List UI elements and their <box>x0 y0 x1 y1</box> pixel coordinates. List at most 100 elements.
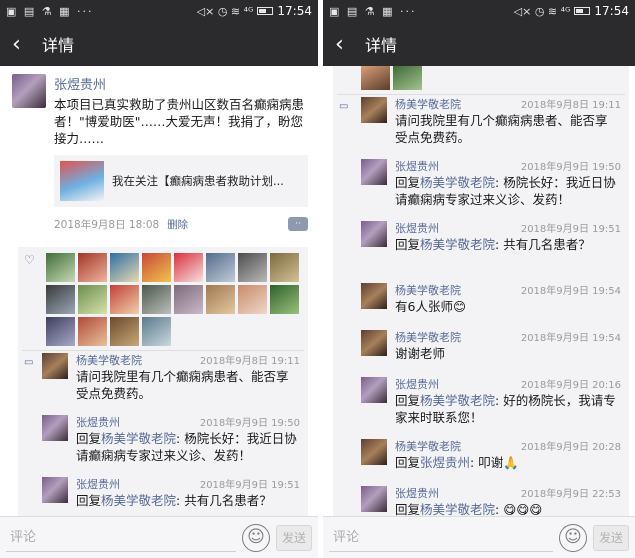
commenter-name[interactable]: 杨美学敬老院 <box>395 96 461 112</box>
like-avatar[interactable] <box>78 285 107 314</box>
like-avatar[interactable] <box>110 253 139 282</box>
reply-prefix: 回复 <box>395 175 421 190</box>
send-button[interactable]: 发送 <box>276 524 312 551</box>
commenter-name[interactable]: 张煜贵州 <box>395 485 439 501</box>
nav-bar: ‹ 详情 <box>323 22 635 66</box>
link-card[interactable]: 我在关注【癫痫病患者救助计划... <box>54 155 308 207</box>
likes-section: ♡ <box>18 247 308 350</box>
nav-bar: ‹ 详情 <box>0 22 318 66</box>
commenter-name[interactable]: 杨美学敬老院 <box>76 352 142 368</box>
commenter-avatar[interactable] <box>361 330 387 356</box>
comment-text: 回复杨美学敬老院: 😋😋😋 <box>395 501 619 516</box>
back-arrow-icon[interactable]: ‹ <box>12 32 36 57</box>
commenter-avatar[interactable] <box>42 477 68 503</box>
commenter-avatar[interactable] <box>361 97 387 123</box>
like-avatar[interactable] <box>78 253 107 282</box>
like-avatar[interactable] <box>238 285 267 314</box>
commenter-name[interactable]: 杨美学敬老院 <box>395 282 461 298</box>
comment-input[interactable] <box>329 523 553 552</box>
more-actions-icon[interactable]: ·· <box>288 217 308 231</box>
like-avatar[interactable] <box>46 253 75 282</box>
like-avatar[interactable] <box>206 253 235 282</box>
commenter-name[interactable]: 杨美学敬老院 <box>395 438 461 454</box>
like-avatar[interactable] <box>238 253 267 282</box>
comment-item[interactable]: 张煜贵州 2018年9月9日 20:16 回复杨美学敬老院: 好的杨院长，我请专家来… <box>333 375 629 437</box>
comment-time: 2018年9月8日 19:11 <box>199 356 300 367</box>
commenter-avatar[interactable] <box>42 353 68 379</box>
reply-target-name[interactable]: 杨美学敬老院 <box>420 502 495 516</box>
status-left-icons: ▣ ▤ ⚗ ▦ ··· <box>6 4 94 18</box>
like-avatar[interactable] <box>174 253 203 282</box>
comment-item[interactable]: 张煜贵州 2018年9月9日 22:53 回复杨美学敬老院: 😋😋😋 <box>333 484 629 516</box>
reply-target-name[interactable]: 杨美学敬老院 <box>420 237 495 252</box>
author-name[interactable]: 张煜贵州 <box>54 74 308 93</box>
content-area[interactable]: ▭ 杨美学敬老院 2018年9月8日 19:11 请问我院里有几个癫痫病患者、能否享受… <box>323 66 635 516</box>
commenter-name[interactable]: 杨美学敬老院 <box>395 329 461 345</box>
like-avatar[interactable] <box>393 66 422 90</box>
comment-item[interactable]: ▭ 杨美学敬老院 2018年9月8日 19:11 请问我院里有几个癫痫病患者、能否享受… <box>333 95 629 157</box>
comment-item[interactable]: ▭ 杨美学敬老院 2018年9月8日 19:11 请问我院里有几个癫痫病患者、能否享受… <box>18 351 308 413</box>
comment-time: 2018年9月9日 22:53 <box>520 489 621 500</box>
commenter-avatar[interactable] <box>361 221 387 247</box>
like-avatar[interactable] <box>110 317 139 346</box>
comment-item[interactable]: 杨美学敬老院 2018年9月9日 20:28 回复张煜贵州: 叩谢🙏 <box>333 437 629 484</box>
emoji-icon[interactable]: ☺ <box>559 523 587 552</box>
reply-target-name[interactable]: 张煜贵州 <box>420 455 470 470</box>
link-thumbnail <box>60 161 104 201</box>
like-avatar[interactable] <box>46 317 75 346</box>
comment-item[interactable]: 张煜贵州 2018年9月9日 19:51 回复杨美学敬老院: 共有几名患者？ <box>333 219 629 281</box>
comment-body: 有6人张师😊 <box>395 299 466 314</box>
comment-list: ▭ 杨美学敬老院 2018年9月8日 19:11 请问我院里有几个癫痫病患者、能否享受… <box>333 95 629 516</box>
like-avatar[interactable] <box>142 317 171 346</box>
comment-item[interactable]: 张煜贵州 2018年9月9日 19:51 回复杨美学敬老院: 共有几名患者？ <box>18 475 308 516</box>
comment-item[interactable]: 张煜贵州 2018年9月9日 19:50 回复杨美学敬老院: 杨院长好：我近日协请癫… <box>333 157 629 219</box>
heart-icon: ♡ <box>24 253 35 267</box>
like-avatar-grid <box>333 66 629 94</box>
commenter-name[interactable]: 张煜贵州 <box>76 414 120 430</box>
commenter-name[interactable]: 张煜贵州 <box>395 220 439 236</box>
comment-item[interactable]: 张煜贵州 2018年9月9日 19:50 回复杨美学敬老院: 杨院长好：我近日协请癫… <box>18 413 308 475</box>
right-screen: ▣ ▤ ⚗ ▦ ··· ◁× ◷ ≋ ⁴ᴳ 17:54 ‹ 详情 ▭ 杨美学敬老院… <box>323 0 635 558</box>
like-avatar[interactable] <box>174 285 203 314</box>
commenter-avatar[interactable] <box>361 159 387 185</box>
emoji-icon[interactable]: ☺ <box>242 523 270 552</box>
commenter-name[interactable]: 张煜贵州 <box>395 376 439 392</box>
commenter-avatar[interactable] <box>361 439 387 465</box>
comment-item[interactable]: 杨美学敬老院 2018年9月9日 19:54 谢谢老师 <box>333 328 629 375</box>
commenter-avatar[interactable] <box>361 486 387 512</box>
reply-target-name[interactable]: 杨美学敬老院 <box>420 393 495 408</box>
comment-item[interactable]: 杨美学敬老院 2018年9月9日 19:54 有6人张师😊 <box>333 281 629 328</box>
back-arrow-icon[interactable]: ‹ <box>335 32 359 57</box>
like-avatar[interactable] <box>46 285 75 314</box>
comment-icon: ▭ <box>24 357 34 368</box>
like-avatar[interactable] <box>78 317 107 346</box>
comment-text: 回复杨美学敬老院: 好的杨院长，我请专家来时联系您！ <box>395 392 619 426</box>
like-avatar[interactable] <box>142 285 171 314</box>
commenter-name[interactable]: 张煜贵州 <box>76 476 120 492</box>
comment-text: 回复杨美学敬老院: 共有几名患者？ <box>76 492 298 509</box>
author-avatar[interactable] <box>12 74 46 108</box>
like-avatar[interactable] <box>270 285 299 314</box>
reply-target-name[interactable]: 杨美学敬老院 <box>101 431 176 446</box>
like-avatar[interactable] <box>142 253 171 282</box>
reply-target-name[interactable]: 杨美学敬老院 <box>101 493 176 508</box>
reply-prefix: 回复 <box>76 493 102 508</box>
send-button[interactable]: 发送 <box>593 524 629 551</box>
commenter-name[interactable]: 张煜贵州 <box>395 158 439 174</box>
reply-prefix: 回复 <box>76 431 102 446</box>
comment-bar: ☺ 发送 <box>0 516 318 558</box>
reply-target-name[interactable]: 杨美学敬老院 <box>420 175 495 190</box>
like-avatar[interactable] <box>361 66 390 90</box>
comment-body: : 😋😋😋 <box>495 502 543 516</box>
commenter-avatar[interactable] <box>361 283 387 309</box>
commenter-avatar[interactable] <box>42 415 68 441</box>
like-avatar[interactable] <box>270 253 299 282</box>
like-avatar[interactable] <box>206 285 235 314</box>
like-avatar[interactable] <box>110 285 139 314</box>
delete-link[interactable]: 删除 <box>167 217 188 232</box>
comment-text: 请问我院里有几个癫痫病患者、能否享受点免费药。 <box>76 368 298 402</box>
comment-body: 请问我院里有几个癫痫病患者、能否享受点免费药。 <box>395 113 608 145</box>
comment-input[interactable] <box>6 523 236 552</box>
content-area[interactable]: 张煜贵州 本项目已真实救助了贵州山区数百名癫痫病患者！"博爱助医"……大爱无声！… <box>0 66 318 516</box>
commenter-avatar[interactable] <box>361 377 387 403</box>
